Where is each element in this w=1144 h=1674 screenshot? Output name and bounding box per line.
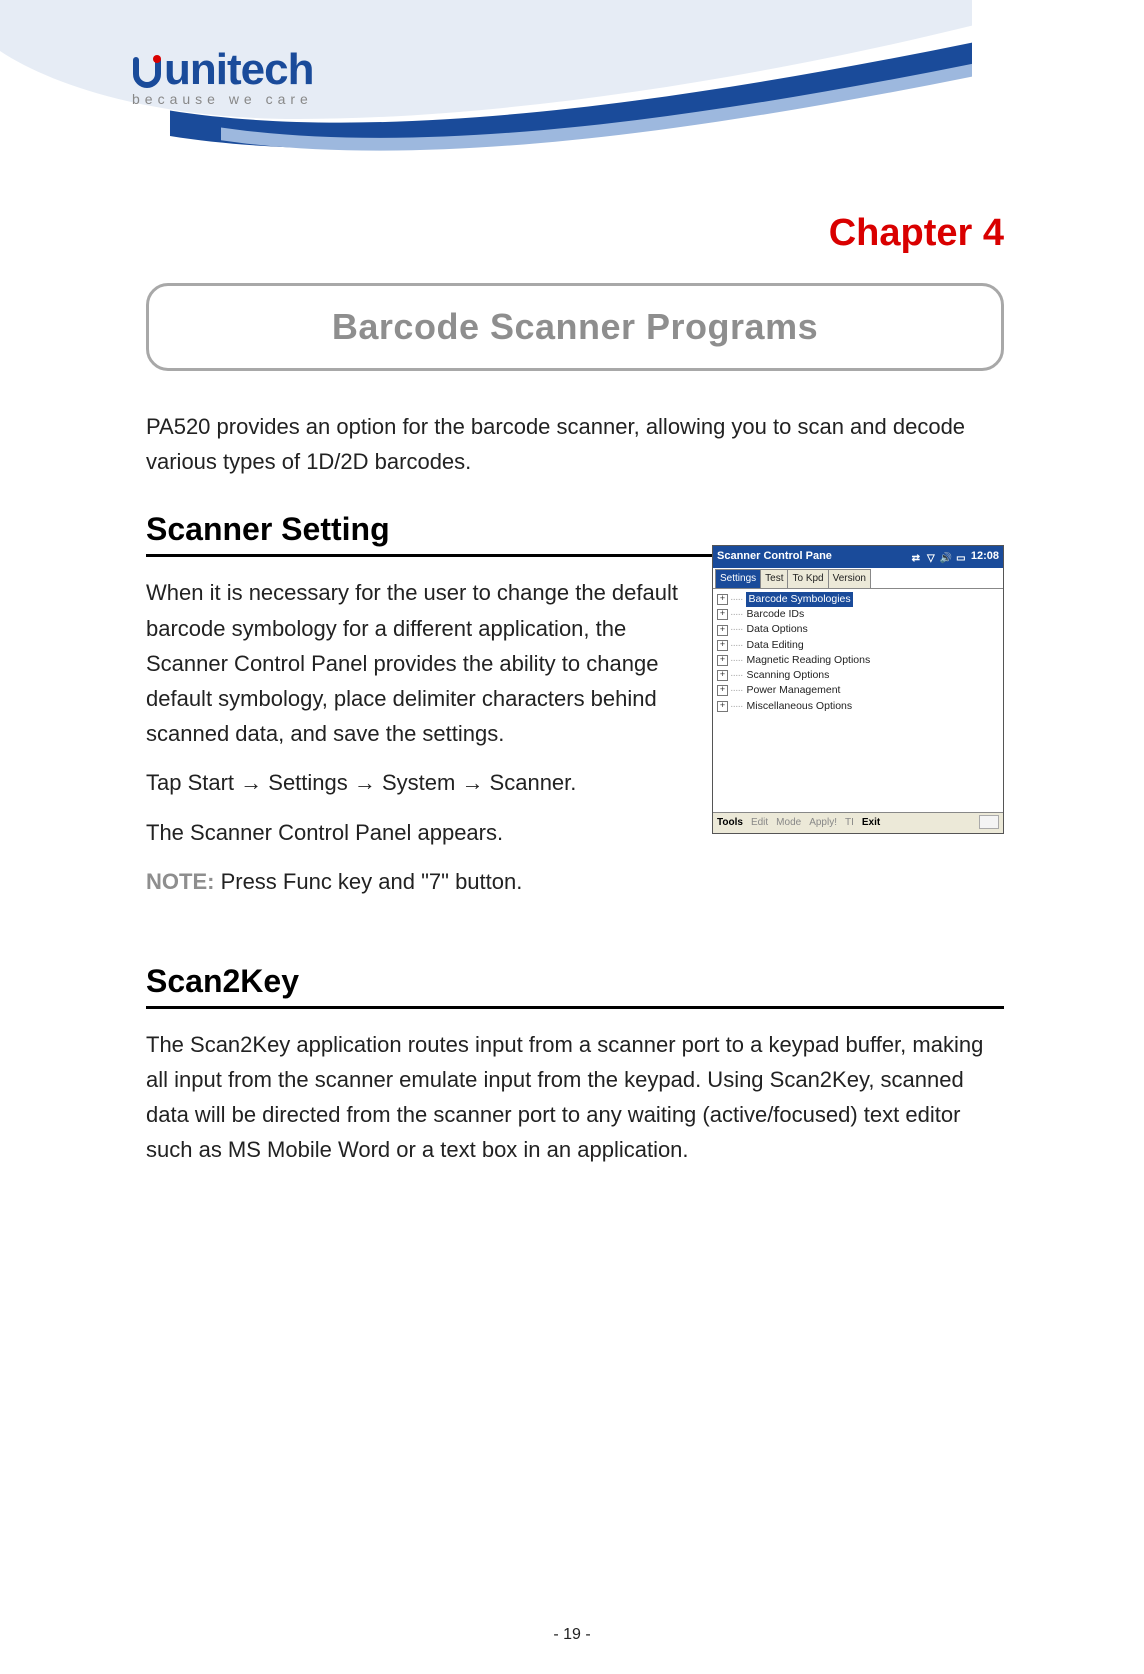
expand-icon[interactable]: +: [717, 640, 728, 651]
menu-exit[interactable]: Exit: [862, 815, 880, 831]
menu-apply[interactable]: Apply!: [809, 815, 837, 831]
keyboard-icon[interactable]: [979, 815, 999, 829]
section-heading-scan2key: Scan2Key: [146, 963, 1004, 1009]
scp-tree: +·····Barcode Symbologies +·····Barcode …: [713, 588, 1003, 812]
menu-ti[interactable]: TI: [845, 815, 854, 831]
expand-icon[interactable]: +: [717, 701, 728, 712]
menu-edit[interactable]: Edit: [751, 815, 768, 831]
tree-item[interactable]: +·····Data Options: [717, 622, 999, 637]
tree-item[interactable]: +·····Barcode Symbologies: [717, 592, 999, 607]
scp-tab-version[interactable]: Version: [828, 569, 871, 588]
chapter-title-box: Barcode Scanner Programs: [146, 283, 1004, 371]
page-content: Chapter 4 Barcode Scanner Programs PA520…: [146, 200, 1004, 1182]
tree-item[interactable]: +·····Scanning Options: [717, 668, 999, 683]
brand-name: unitech: [130, 45, 313, 95]
volume-icon: 🔊: [940, 551, 952, 563]
scp-tab-test[interactable]: Test: [760, 569, 788, 588]
scp-tab-settings[interactable]: Settings: [715, 569, 761, 588]
logo-icon: [130, 54, 164, 88]
expand-icon[interactable]: +: [717, 625, 728, 636]
tree-item[interactable]: +·····Magnetic Reading Options: [717, 653, 999, 668]
scp-clock: 12:08: [971, 548, 999, 566]
tree-item[interactable]: +·····Data Editing: [717, 638, 999, 653]
note-label: NOTE:: [146, 869, 214, 894]
chapter-heading: Chapter 4: [146, 212, 1004, 255]
menu-mode[interactable]: Mode: [776, 815, 801, 831]
scanner-control-panel-screenshot: Scanner Control Pane ⇄ ▽ 🔊 ▭ 12:08 Setti…: [712, 545, 1004, 834]
tree-item[interactable]: +·····Power Management: [717, 683, 999, 698]
battery-icon: ▭: [955, 551, 967, 563]
intro-paragraph: PA520 provides an option for the barcode…: [146, 409, 1004, 479]
section2-body: The Scan2Key application routes input fr…: [146, 1027, 1004, 1168]
tree-item[interactable]: +·····Barcode IDs: [717, 607, 999, 622]
expand-icon[interactable]: +: [717, 655, 728, 666]
brand-tagline: because we care: [132, 91, 313, 107]
scp-window-title: Scanner Control Pane: [717, 548, 832, 566]
expand-icon[interactable]: +: [717, 609, 728, 620]
section1-note: NOTE: Press Func key and "7" button.: [146, 864, 1004, 899]
expand-icon[interactable]: +: [717, 685, 728, 696]
scp-menubar: Tools Edit Mode Apply! TI Exit: [713, 812, 1003, 833]
menu-tools[interactable]: Tools: [717, 815, 743, 831]
tree-item[interactable]: +·····Miscellaneous Options: [717, 699, 999, 714]
scp-tabs: Settings Test To Kpd Version: [713, 568, 1003, 588]
expand-icon[interactable]: +: [717, 670, 728, 681]
expand-icon[interactable]: +: [717, 594, 728, 605]
brand-name-text: unitech: [164, 45, 313, 94]
section1-body: Scanner Control Pane ⇄ ▽ 🔊 ▭ 12:08 Setti…: [146, 575, 1004, 913]
signal-icon: ▽: [925, 551, 937, 563]
scp-titlebar: Scanner Control Pane ⇄ ▽ 🔊 ▭ 12:08: [713, 546, 1003, 568]
section2-p1: The Scan2Key application routes input fr…: [146, 1027, 1004, 1168]
scp-tab-tokpd[interactable]: To Kpd: [787, 569, 828, 588]
brand-logo: unitech because we care: [130, 45, 313, 107]
connectivity-icon: ⇄: [910, 551, 922, 563]
page-number: - 19 -: [0, 1626, 1144, 1644]
note-text: Press Func key and "7" button.: [214, 869, 522, 894]
